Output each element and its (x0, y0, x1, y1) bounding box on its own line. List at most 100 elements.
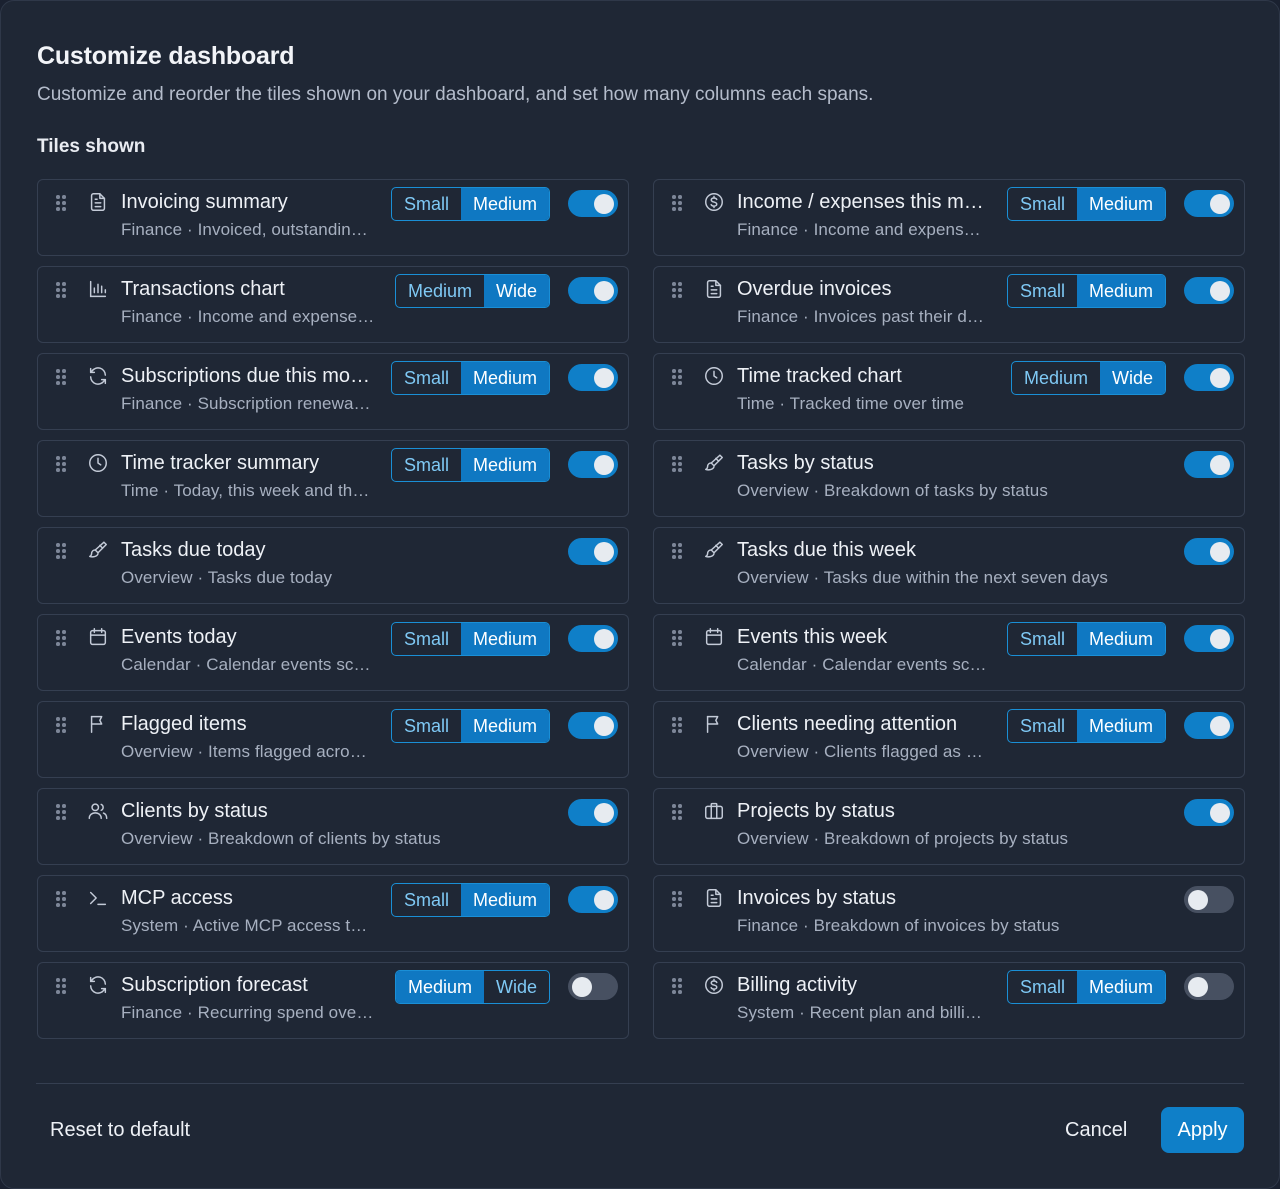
bar-chart-icon (87, 278, 109, 300)
drag-handle-icon[interactable] (671, 281, 683, 299)
drag-handle-icon[interactable] (55, 803, 67, 821)
size-option-small[interactable]: Small (392, 884, 461, 916)
apply-button[interactable]: Apply (1161, 1107, 1244, 1153)
size-selector: Small Medium (1006, 970, 1166, 1004)
size-selector: Small Medium (390, 187, 550, 221)
toggle-knob (1210, 193, 1230, 214)
tile-visibility-toggle[interactable] (1184, 799, 1234, 826)
size-option-medium[interactable]: Medium (460, 623, 549, 655)
tile-visibility-toggle[interactable] (1184, 538, 1234, 565)
tile-visibility-toggle[interactable] (568, 799, 618, 826)
tile-visibility-toggle[interactable] (568, 538, 618, 565)
tile-visibility-toggle[interactable] (1184, 886, 1234, 913)
drag-handle-icon[interactable] (671, 716, 683, 734)
tile-visibility-toggle[interactable] (1184, 277, 1234, 304)
tile-visibility-toggle[interactable] (1184, 451, 1234, 478)
size-option-medium[interactable]: Medium (460, 710, 549, 742)
size-option-medium[interactable]: Medium (1076, 275, 1165, 307)
dialog-subtitle: Customize and reorder the tiles shown on… (37, 84, 874, 105)
size-option-small[interactable]: Small (1008, 188, 1077, 220)
size-option-small[interactable]: Small (392, 710, 461, 742)
size-option-medium[interactable]: Medium (1076, 623, 1165, 655)
size-option-medium[interactable]: Medium (1076, 971, 1165, 1003)
size-option-medium[interactable]: Medium (396, 275, 484, 307)
tile-mcp-access: MCP access System · Active MCP access t… S… (37, 875, 629, 952)
drag-handle-icon[interactable] (55, 455, 67, 473)
tile-name: Billing activity (737, 974, 858, 996)
size-option-small[interactable]: Small (1008, 710, 1077, 742)
drag-handle-icon[interactable] (671, 455, 683, 473)
tile-visibility-toggle[interactable] (568, 886, 618, 913)
dollar-circle-icon (703, 974, 725, 996)
tile-visibility-toggle[interactable] (1184, 364, 1234, 391)
drag-handle-icon[interactable] (55, 977, 67, 995)
drag-handle-icon[interactable] (671, 890, 683, 908)
tile-description: Overview · Breakdown of projects by stat… (737, 829, 1069, 848)
drag-handle-icon[interactable] (55, 716, 67, 734)
tile-clients-by-status: Clients by status Overview · Breakdown of… (37, 788, 629, 865)
tile-visibility-toggle[interactable] (568, 364, 618, 391)
reset-to-default-button[interactable]: Reset to default (50, 1118, 190, 1142)
cancel-button[interactable]: Cancel (1065, 1118, 1127, 1142)
drag-handle-icon[interactable] (671, 803, 683, 821)
tile-name: Tasks due today (121, 539, 266, 561)
size-option-wide[interactable]: Wide (483, 275, 549, 307)
tile-visibility-toggle[interactable] (568, 625, 618, 652)
size-option-small[interactable]: Small (1008, 275, 1077, 307)
size-option-small[interactable]: Small (392, 623, 461, 655)
drag-handle-icon[interactable] (55, 281, 67, 299)
toggle-knob (594, 628, 614, 649)
dialog-title: Customize dashboard (37, 42, 295, 70)
tile-visibility-toggle[interactable] (1184, 190, 1234, 217)
drag-handle-icon[interactable] (671, 194, 683, 212)
size-option-medium[interactable]: Medium (460, 188, 549, 220)
tile-visibility-toggle[interactable] (568, 712, 618, 739)
size-option-wide[interactable]: Wide (484, 971, 549, 1003)
size-option-medium[interactable]: Medium (460, 362, 549, 394)
tile-visibility-toggle[interactable] (1184, 625, 1234, 652)
drag-handle-icon[interactable] (55, 890, 67, 908)
drag-handle-icon[interactable] (671, 977, 683, 995)
size-option-medium[interactable]: Medium (395, 971, 484, 1003)
drag-handle-icon[interactable] (55, 629, 67, 647)
tile-description: Time · Tracked time over time (737, 394, 965, 413)
size-option-small[interactable]: Small (392, 449, 461, 481)
paintbrush-icon (87, 539, 109, 561)
toggle-knob (594, 889, 614, 910)
tile-events-this-week: Events this week Calendar · Calendar even… (653, 614, 1245, 691)
drag-handle-icon[interactable] (55, 194, 67, 212)
size-option-medium[interactable]: Medium (1076, 188, 1165, 220)
size-option-medium[interactable]: Medium (1012, 362, 1100, 394)
tile-visibility-toggle[interactable] (1184, 973, 1234, 1000)
tile-visibility-toggle[interactable] (568, 973, 618, 1000)
tile-description: Finance · Income and expens… (737, 220, 981, 239)
tile-description: Overview · Breakdown of tasks by status (737, 481, 1048, 500)
size-option-medium[interactable]: Medium (460, 884, 549, 916)
size-option-small[interactable]: Small (392, 362, 461, 394)
size-option-small[interactable]: Small (1008, 971, 1077, 1003)
tile-subscription-forecast: Subscription forecast Finance · Recurring… (37, 962, 629, 1039)
drag-handle-icon[interactable] (55, 368, 67, 386)
drag-handle-icon[interactable] (671, 542, 683, 560)
toggle-knob (594, 280, 614, 301)
tile-description: System · Active MCP access t… (121, 916, 368, 935)
size-option-medium[interactable]: Medium (460, 449, 549, 481)
drag-handle-icon[interactable] (55, 542, 67, 560)
toggle-knob (1188, 976, 1208, 997)
tile-subscriptions-due-this-mo: Subscriptions due this mo… Finance · Subs… (37, 353, 629, 430)
paintbrush-icon (703, 452, 725, 474)
tile-visibility-toggle[interactable] (568, 190, 618, 217)
tile-income-expenses-this-m: Income / expenses this m… Finance · Incom… (653, 179, 1245, 256)
drag-handle-icon[interactable] (671, 629, 683, 647)
size-option-small[interactable]: Small (392, 188, 461, 220)
drag-handle-icon[interactable] (671, 368, 683, 386)
tile-flagged-items: Flagged items Overview · Items flagged ac… (37, 701, 629, 778)
tile-visibility-toggle[interactable] (1184, 712, 1234, 739)
size-option-wide[interactable]: Wide (1099, 362, 1165, 394)
terminal-icon (87, 887, 109, 909)
tile-name: Time tracker summary (121, 452, 320, 474)
size-option-small[interactable]: Small (1008, 623, 1077, 655)
tile-visibility-toggle[interactable] (568, 451, 618, 478)
size-option-medium[interactable]: Medium (1076, 710, 1165, 742)
tile-visibility-toggle[interactable] (568, 277, 618, 304)
